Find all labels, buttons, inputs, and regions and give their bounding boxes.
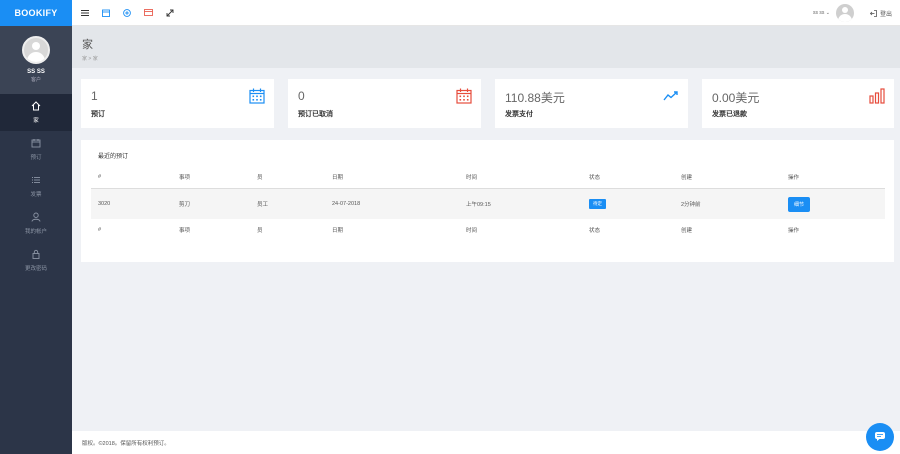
topbar: ss ss ⌄ 登出	[72, 0, 900, 26]
stat-card-cancelled[interactable]: 0 预订已取消	[288, 79, 481, 128]
table-header-row: # 事项 员 日期 时间 状态 创建 操作	[91, 165, 885, 189]
list-icon	[31, 175, 41, 187]
calendar-icon	[249, 88, 265, 106]
calendar-icon	[31, 138, 41, 150]
chevron-down-icon: ⌄	[825, 10, 830, 16]
stat-value: 1	[91, 89, 98, 103]
column-footer: 事项	[179, 228, 191, 234]
table-footer-row: # 事项 员 日期 时间 状态 创建 操作	[91, 219, 885, 241]
trend-line-icon	[663, 88, 679, 106]
panel-title: 最近的预订	[98, 154, 129, 160]
breadcrumb[interactable]: 家 > 家	[82, 55, 900, 62]
profile-name: SS SS	[27, 69, 45, 75]
brand-logo[interactable]: BOOKIFY	[0, 0, 72, 26]
column-footer: 日期	[332, 228, 344, 234]
booking-created: 2分钟前	[681, 202, 701, 208]
logout-icon	[869, 9, 877, 17]
sidebar-item-account[interactable]: 我的帐户	[0, 205, 72, 242]
status-badge: 待定	[589, 199, 606, 209]
sidebar-item-label: 预订	[30, 155, 42, 161]
recent-bookings-panel: 最近的预订 # 事项 员 日期 时间 状态 创建 操作 3020 剪刀 员工 2…	[81, 140, 894, 262]
booking-staff: 员工	[257, 202, 269, 208]
logout-button[interactable]: 登出	[869, 9, 892, 18]
column-footer: 员	[257, 228, 263, 234]
column-footer: #	[98, 227, 102, 233]
column-header[interactable]: 操作	[781, 173, 885, 181]
stat-card-invoices-refunded[interactable]: 0.00美元 发票已退款	[702, 79, 894, 128]
column-header[interactable]: 日期	[325, 173, 459, 181]
menu-icon[interactable]	[81, 9, 89, 17]
booking-time: 上午09:15	[466, 202, 491, 208]
booking-item: 剪刀	[179, 202, 191, 208]
chat-icon	[874, 430, 886, 444]
lock-icon	[31, 249, 41, 261]
page-title: 家	[82, 39, 93, 51]
sidebar-item-label: 我的帐户	[24, 229, 47, 235]
column-header[interactable]: 状态	[582, 173, 674, 181]
sidebar-item-bookings[interactable]: 预订	[0, 131, 72, 168]
logout-label: 登出	[879, 11, 892, 18]
stat-value: 0	[298, 89, 305, 103]
table-row: 3020 剪刀 员工 24-07-2018 上午09:15 待定 2分钟前 细节	[91, 189, 885, 219]
expand-icon[interactable]	[166, 9, 174, 17]
column-footer: 创建	[681, 228, 693, 234]
stat-value: 0.00美元	[712, 91, 760, 105]
chat-button[interactable]	[866, 423, 894, 451]
home-icon	[31, 101, 41, 113]
card-icon[interactable]	[144, 9, 153, 16]
stat-card-bookings[interactable]: 1 预订	[81, 79, 274, 128]
stat-value: 110.88美元	[505, 91, 565, 105]
column-header[interactable]: #	[91, 174, 172, 180]
sidebar-item-label: 发票	[30, 192, 42, 198]
sidebar-item-home[interactable]: 家	[0, 94, 72, 131]
column-footer: 操作	[788, 228, 800, 234]
column-header[interactable]: 创建	[674, 173, 781, 181]
user-icon	[31, 212, 41, 224]
user-menu[interactable]: ss ss ⌄	[813, 10, 830, 16]
sidebar: BOOKIFY SS SS 客户 家 预订 发票 我的帐户 更改密码	[0, 0, 72, 454]
profile-block: SS SS 客户	[0, 26, 72, 94]
booking-date: 24-07-2018	[332, 201, 361, 207]
sidebar-item-invoices[interactable]: 发票	[0, 168, 72, 205]
calendar-icon[interactable]	[102, 9, 110, 17]
page-header: 家 家 > 家	[72, 26, 900, 68]
sidebar-item-label: 更改密码	[24, 266, 47, 272]
calendar-icon	[456, 88, 472, 106]
column-footer: 时间	[466, 228, 478, 234]
column-header[interactable]: 时间	[459, 173, 582, 181]
booking-id: 3020	[98, 201, 111, 207]
column-footer: 状态	[589, 228, 601, 234]
user-menu-label: ss ss	[813, 10, 825, 16]
stat-card-invoices-paid[interactable]: 110.88美元 发票支付	[495, 79, 688, 128]
bar-chart-icon	[869, 88, 885, 106]
sidebar-item-label: 家	[33, 118, 39, 124]
page-footer: 版权。©2018。保留所有权利预订。	[72, 431, 900, 454]
sidebar-item-change-password[interactable]: 更改密码	[0, 242, 72, 279]
plus-circle-icon[interactable]	[123, 8, 131, 17]
profile-role: 客户	[30, 77, 41, 83]
avatar[interactable]	[835, 4, 854, 22]
details-button[interactable]: 细节	[788, 196, 811, 212]
avatar[interactable]	[22, 36, 50, 64]
bookings-table: # 事项 员 日期 时间 状态 创建 操作 3020 剪刀 员工 24-07-2…	[91, 165, 885, 241]
stat-label: 预订	[91, 111, 105, 118]
column-header[interactable]: 员	[250, 173, 325, 181]
stat-label: 发票支付	[505, 111, 533, 118]
stat-label: 预订已取消	[298, 111, 333, 118]
column-header[interactable]: 事项	[172, 173, 250, 181]
stat-label: 发票已退款	[712, 111, 747, 118]
